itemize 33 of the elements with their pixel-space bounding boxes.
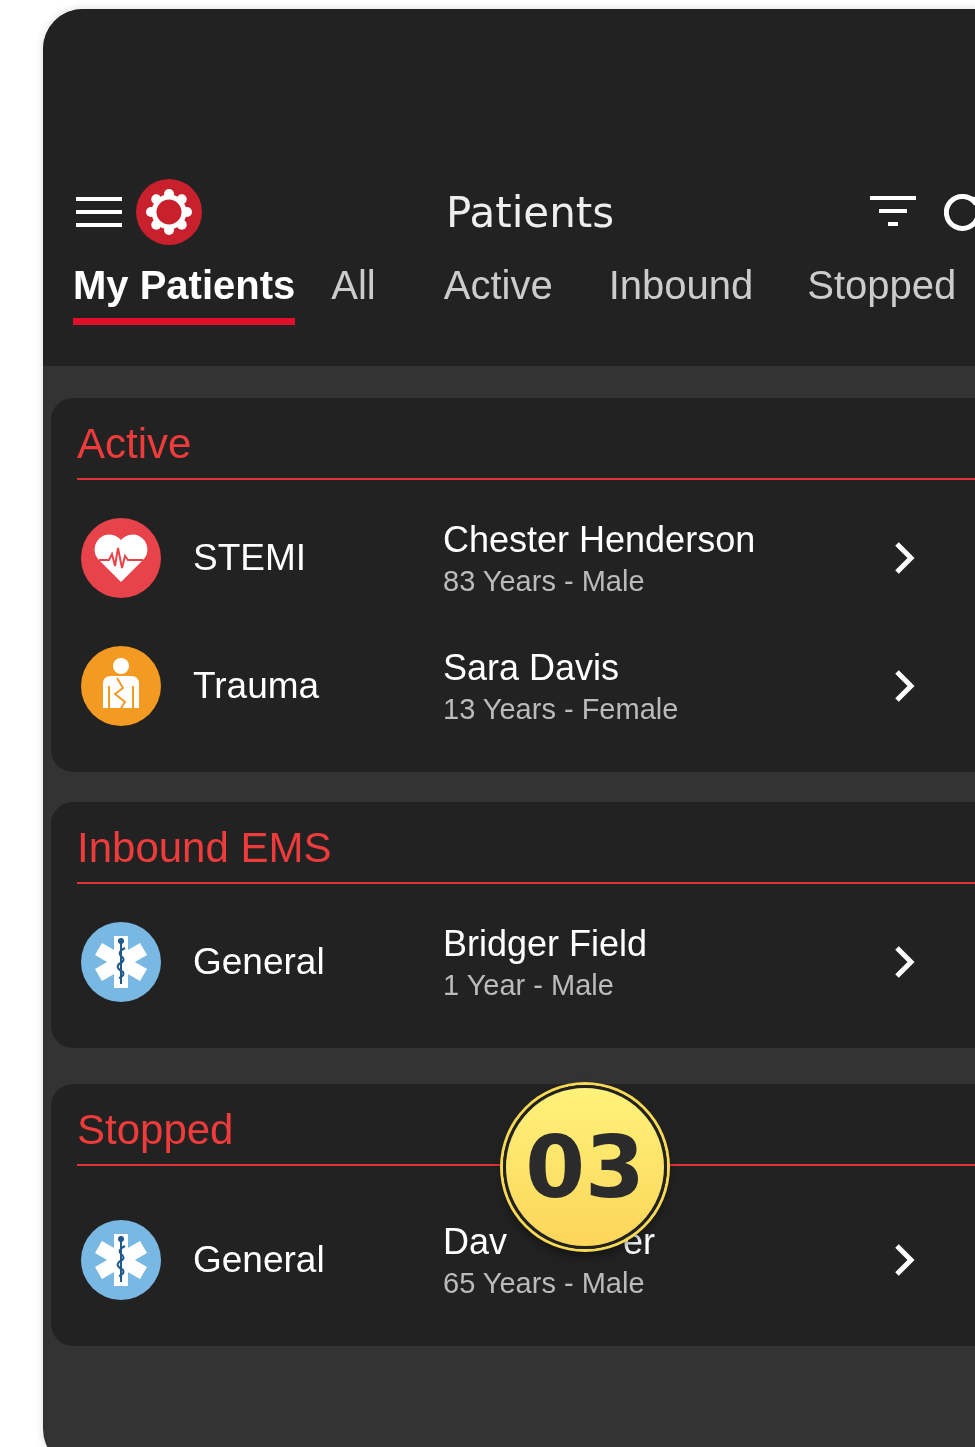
refresh-icon[interactable] [944, 192, 975, 232]
section-title: Active [77, 420, 975, 480]
patient-row[interactable]: STEMI Chester Henderson 83 Years - Male [77, 494, 975, 622]
patient-details: 1 Year - Male [443, 968, 615, 1002]
patient-name: Chester Henderson [443, 518, 757, 561]
category-label: General [192, 941, 326, 983]
patient-details: 13 Years - Female [443, 692, 680, 726]
tab[interactable]: Inbound [608, 263, 754, 325]
tab[interactable]: Active [443, 263, 553, 325]
category-label: Trauma [192, 665, 321, 707]
tab[interactable]: My Patients [73, 263, 296, 325]
heart-rate-icon [81, 518, 161, 598]
chevron-right-icon [893, 945, 915, 979]
patient-name: Dav [443, 1220, 508, 1263]
patient-name: Sara Davis [443, 646, 621, 689]
injured-person-icon [81, 646, 161, 726]
filter-icon[interactable] [870, 196, 916, 228]
tab[interactable]: All [331, 263, 376, 325]
category-label: STEMI [192, 537, 308, 579]
patient-row[interactable]: Trauma Sara Davis 13 Years - Female [77, 622, 975, 750]
patient-name: Bridger Field [443, 922, 649, 965]
section-title: Inbound EMS [77, 824, 975, 884]
patient-details: 65 Years - Male [443, 1266, 646, 1300]
chevron-right-icon [893, 669, 915, 703]
patient-details: 83 Years - Male [443, 564, 646, 598]
menu-icon[interactable] [76, 196, 122, 228]
category-label: General [192, 1239, 326, 1281]
tab[interactable]: Stopped [807, 263, 957, 325]
chevron-right-icon [893, 541, 915, 575]
page-title: Patients [446, 187, 615, 237]
chevron-right-icon [893, 1243, 915, 1277]
logo-icon [136, 179, 202, 245]
patient-row[interactable]: General Bridger Field 1 Year - Male [77, 898, 975, 1026]
